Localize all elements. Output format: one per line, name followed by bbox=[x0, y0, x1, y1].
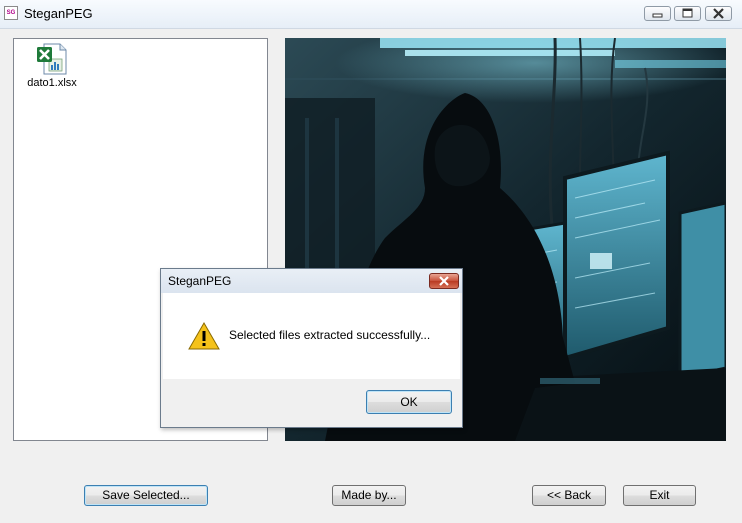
exit-button[interactable]: Exit bbox=[623, 485, 696, 506]
save-selected-button[interactable]: Save Selected... bbox=[84, 485, 208, 506]
dialog-body: Selected files extracted successfully... bbox=[163, 293, 460, 379]
close-icon bbox=[439, 276, 449, 286]
file-item[interactable]: dato1.xlsx bbox=[22, 43, 82, 89]
made-by-button[interactable]: Made by... bbox=[332, 485, 406, 506]
file-name: dato1.xlsx bbox=[27, 77, 77, 89]
close-icon bbox=[713, 8, 724, 19]
dialog-titlebar[interactable]: SteganPEG bbox=[161, 269, 462, 293]
app-icon: SG bbox=[4, 6, 18, 20]
excel-file-icon bbox=[37, 43, 67, 75]
window-titlebar[interactable]: SG SteganPEG bbox=[0, 0, 742, 29]
ok-button[interactable]: OK bbox=[366, 390, 452, 414]
back-button[interactable]: << Back bbox=[532, 485, 606, 506]
window-title: SteganPEG bbox=[24, 6, 93, 21]
close-button[interactable] bbox=[705, 6, 732, 21]
dialog-message: Selected files extracted successfully... bbox=[229, 328, 431, 342]
restore-icon bbox=[682, 8, 693, 18]
minimize-icon bbox=[652, 13, 663, 18]
dialog-title: SteganPEG bbox=[168, 274, 232, 288]
warning-icon bbox=[188, 322, 220, 350]
dialog-close-button[interactable] bbox=[429, 273, 459, 289]
message-dialog[interactable]: SteganPEG Selected files extracted succe… bbox=[160, 268, 463, 428]
restore-button[interactable] bbox=[674, 6, 701, 21]
minimize-button[interactable] bbox=[644, 6, 671, 21]
